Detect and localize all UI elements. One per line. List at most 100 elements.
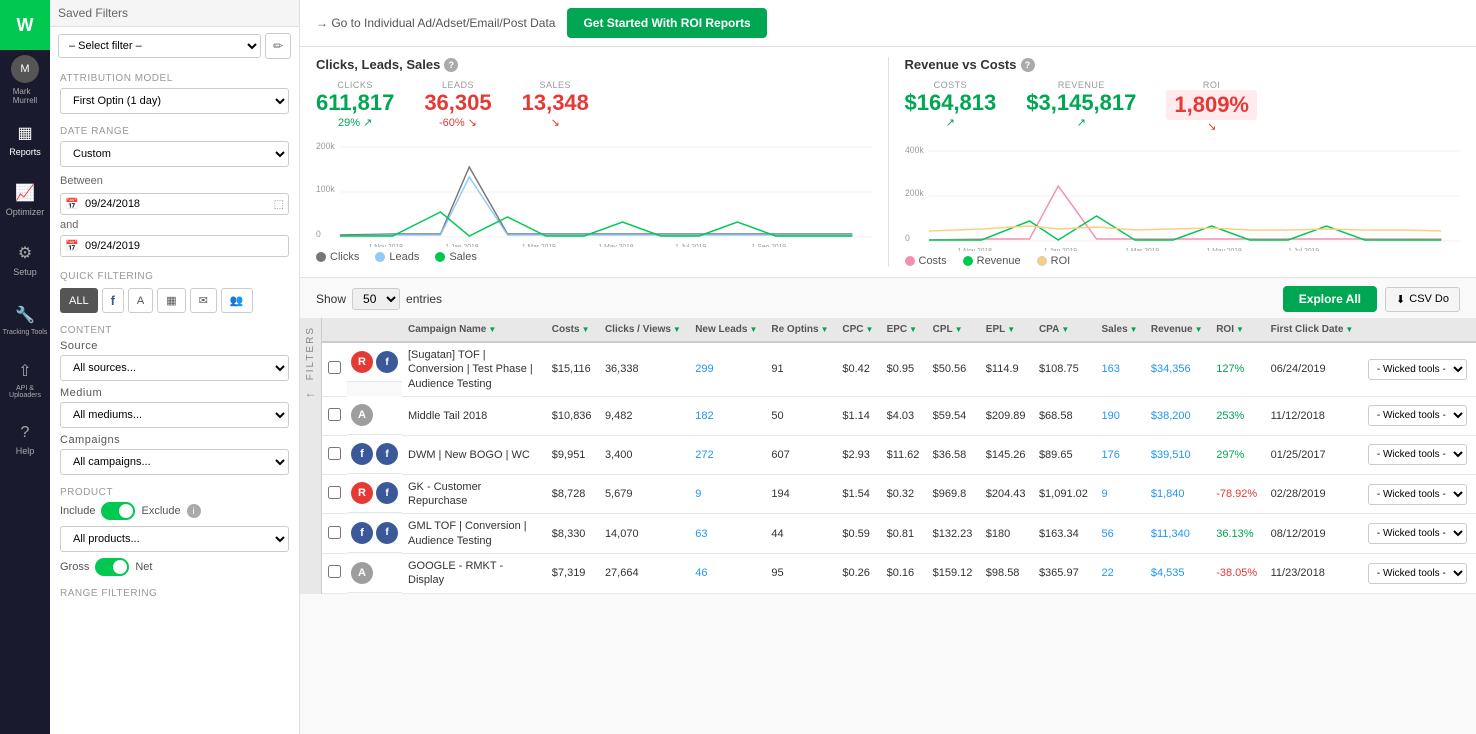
go-to-link[interactable]: → Go to Individual Ad/Adset/Email/Post D… — [316, 16, 555, 30]
start-date-input[interactable] — [60, 193, 289, 215]
row-epc-2: $11.62 — [881, 435, 927, 474]
row-checkbox-1[interactable] — [322, 396, 347, 435]
csv-button[interactable]: ⬇ CSV Do — [1385, 287, 1460, 312]
th-cpc[interactable]: CPC ▼ — [836, 318, 880, 342]
roi-val-4: 36.13% — [1216, 528, 1253, 540]
product-label: PRODUCT — [60, 487, 289, 498]
th-revenue[interactable]: Revenue ▼ — [1145, 318, 1210, 342]
wicked-select-0[interactable]: - Wicked tools - — [1368, 359, 1467, 380]
include-toggle[interactable] — [101, 502, 135, 520]
row-wicked-2[interactable]: - Wicked tools - — [1362, 435, 1476, 474]
th-epl[interactable]: EPL ▼ — [980, 318, 1033, 342]
svg-text:0: 0 — [905, 233, 910, 243]
th-cpa[interactable]: CPA ▼ — [1033, 318, 1096, 342]
row-platform-icon-2: f — [376, 443, 398, 465]
th-clicks[interactable]: Clicks / Views ▼ — [599, 318, 689, 342]
source-select[interactable]: All sources... — [60, 355, 289, 381]
qf-text-button[interactable]: ▦ — [157, 288, 185, 313]
table-scroll[interactable]: Campaign Name ▼ Costs ▼ Clicks / Views ▼… — [322, 318, 1476, 594]
attribution-select[interactable]: First Optin (1 day) — [60, 88, 289, 114]
wicked-select-5[interactable]: - Wicked tools - — [1368, 563, 1467, 584]
nav-item-api[interactable]: ⇧ API & Uploaders — [0, 350, 50, 410]
edit-filter-button[interactable]: ✏ — [265, 33, 291, 59]
cls-help-icon[interactable]: ? — [444, 58, 458, 72]
row-checkbox-2[interactable] — [322, 435, 347, 474]
row-clicks-0: 36,338 — [599, 342, 689, 396]
tracking-icon: 🔧 — [15, 305, 35, 325]
checkbox-1[interactable] — [328, 408, 341, 421]
checkbox-2[interactable] — [328, 447, 341, 460]
entries-select[interactable]: 50 — [352, 288, 400, 310]
cpl-sort-icon: ▼ — [955, 325, 963, 334]
checkbox-0[interactable] — [328, 361, 341, 374]
nav-item-reports[interactable]: ▦ Reports — [0, 110, 50, 170]
th-roi[interactable]: ROI ▼ — [1210, 318, 1264, 342]
rvc-help-icon[interactable]: ? — [1021, 58, 1035, 72]
row-checkbox-4[interactable] — [322, 514, 347, 554]
svg-text:1 Jan 2019: 1 Jan 2019 — [1043, 248, 1076, 251]
row-wicked-5[interactable]: - Wicked tools - — [1362, 554, 1476, 594]
th-campaign[interactable]: Campaign Name ▼ — [402, 318, 546, 342]
explore-all-button[interactable]: Explore All — [1283, 286, 1377, 312]
wicked-select-3[interactable]: - Wicked tools - — [1368, 484, 1467, 505]
row-checkbox-0[interactable] — [322, 342, 347, 396]
th-first-click[interactable]: First Click Date ▼ — [1265, 318, 1362, 342]
row-cost-5: $7,319 — [546, 554, 599, 594]
medium-select[interactable]: All mediums... — [60, 402, 289, 428]
rvc-chart: 400k 200k 0 1 Nov 2018 1 Jan 2019 1 Mar … — [905, 141, 1461, 251]
th-epc[interactable]: EPC ▼ — [881, 318, 927, 342]
clicks-dot — [316, 252, 326, 262]
th-new-leads[interactable]: New Leads ▼ — [689, 318, 765, 342]
row-cpa-4: $163.34 — [1033, 514, 1096, 554]
wicked-select-4[interactable]: - Wicked tools - — [1368, 523, 1467, 544]
exclude-info-icon[interactable]: i — [187, 504, 201, 518]
qf-all-button[interactable]: ALL — [60, 288, 98, 313]
nav-item-help[interactable]: ? Help — [0, 410, 50, 470]
qf-facebook-button[interactable]: f — [102, 288, 124, 313]
app-logo[interactable]: W — [0, 0, 50, 50]
wicked-select-1[interactable]: - Wicked tools - — [1368, 405, 1467, 426]
products-select[interactable]: All products... — [60, 526, 289, 552]
checkbox-5[interactable] — [328, 565, 341, 578]
sales-sort-icon: ▼ — [1130, 325, 1138, 334]
row-wicked-0[interactable]: - Wicked tools - — [1362, 342, 1476, 396]
th-cpl[interactable]: CPL ▼ — [927, 318, 980, 342]
row-cpc-1: $1.14 — [836, 396, 880, 435]
row-wicked-1[interactable]: - Wicked tools - — [1362, 396, 1476, 435]
row-checkbox-3[interactable] — [322, 474, 347, 514]
row-wicked-4[interactable]: - Wicked tools - — [1362, 514, 1476, 554]
wicked-select-2[interactable]: - Wicked tools - — [1368, 444, 1467, 465]
nav-item-setup[interactable]: ⚙ Setup — [0, 230, 50, 290]
gross-toggle[interactable] — [95, 558, 129, 576]
clicks-leads-sales-section: Clicks, Leads, Sales ? CLICKS 611,817 29… — [316, 57, 872, 267]
legend-leads: Leads — [375, 251, 419, 263]
nav-item-optimizer[interactable]: 📈 Optimizer — [0, 170, 50, 230]
qf-social-button[interactable]: 👥 — [221, 288, 253, 313]
end-date-input[interactable] — [60, 235, 289, 257]
quick-filter-label: QUICK FILTERING — [60, 271, 289, 282]
checkbox-4[interactable] — [328, 526, 341, 539]
costs-legend-label: Costs — [919, 255, 947, 267]
row-new-leads-2: 272 — [689, 435, 765, 474]
checkbox-3[interactable] — [328, 486, 341, 499]
th-re-optins[interactable]: Re Optins ▼ — [765, 318, 836, 342]
show-entries: Show 50 entries — [316, 288, 442, 310]
filters-vertical[interactable]: FILTERS ← — [300, 318, 322, 594]
firstclick-sort-icon: ▼ — [1345, 325, 1353, 334]
qf-email-button[interactable]: ✉ — [190, 288, 217, 313]
nav-item-tracking[interactable]: 🔧 Tracking Tools — [0, 290, 50, 350]
qf-adwords-button[interactable]: A — [128, 288, 153, 313]
th-costs[interactable]: Costs ▼ — [546, 318, 599, 342]
nav-item-profile[interactable]: M MarkMurrell — [0, 50, 50, 110]
row-wicked-3[interactable]: - Wicked tools - — [1362, 474, 1476, 514]
date-range-select[interactable]: Custom — [60, 141, 289, 167]
row-status-icon-5: A — [351, 562, 373, 584]
row-revenue-2: $39,510 — [1145, 435, 1210, 474]
row-checkbox-5[interactable] — [322, 554, 347, 594]
campaign-sort-icon: ▼ — [488, 325, 496, 334]
campaigns-select[interactable]: All campaigns... — [60, 449, 289, 475]
th-sales[interactable]: Sales ▼ — [1096, 318, 1145, 342]
saved-filter-select[interactable]: – Select filter – — [58, 34, 261, 58]
new-leads-val-0: 299 — [695, 363, 713, 375]
get-started-button[interactable]: Get Started With ROI Reports — [567, 8, 766, 38]
